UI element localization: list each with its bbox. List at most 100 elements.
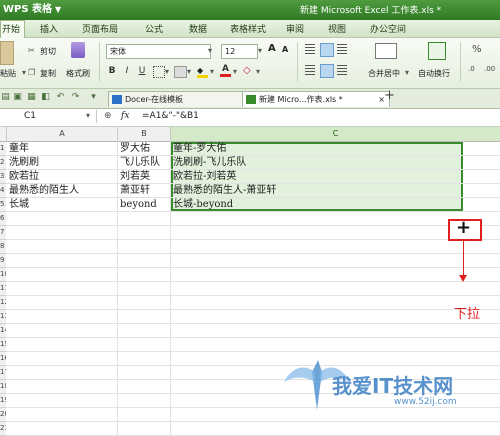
dropdown-arrow-icon[interactable]: ▾ [165,67,169,76]
merge-icon[interactable] [174,66,187,78]
menu-home[interactable]: 开始 [0,20,26,38]
table-cell[interactable]: beyond [118,198,170,211]
tab-docer-templates[interactable]: Docer-在线模板 [108,91,244,107]
table-cell[interactable]: 萧亚轩 [118,184,170,197]
row-header[interactable]: 18 [0,380,6,394]
chevron-down-icon[interactable]: ▾ [86,111,90,120]
table-cell[interactable]: 罗大佑 [118,142,170,155]
formula-input[interactable]: =A1&"-"&B1 [142,111,199,121]
table-cell[interactable]: 欧若拉-刘若英 [171,170,463,183]
row-header[interactable]: 7 [0,226,6,240]
align-top-icon[interactable] [305,44,315,54]
table-cell[interactable]: 最熟悉的陌生人 [7,184,117,197]
customize-toolbar-icon[interactable]: ▾ [88,92,99,103]
format-painter-icon[interactable] [71,42,85,58]
dropdown-arrow-icon[interactable]: ▾ [233,67,237,76]
merge-center-button[interactable]: 合并居中 [368,68,400,79]
align-middle-icon[interactable] [320,43,334,57]
font-color-button[interactable]: A [220,64,231,77]
align-center-icon[interactable] [320,64,334,78]
table-cell[interactable]: 长城-beyond [171,198,463,211]
dropdown-arrow-icon[interactable]: ▾ [256,67,260,76]
font-name-select[interactable]: 宋体 [106,44,211,59]
row-header[interactable]: 6 [0,212,6,226]
decimal-increase-button[interactable]: .0 [468,65,475,73]
select-all-corner[interactable] [0,127,7,142]
column-header-c[interactable]: C [171,127,500,142]
auto-wrap-button[interactable]: 自动换行 [418,68,450,79]
insert-function-icon[interactable]: fx [121,111,129,121]
row-header[interactable]: 21 [0,422,6,436]
zoom-icon[interactable]: ⊕ [104,111,112,121]
paste-icon[interactable] [0,41,14,65]
paste-button[interactable]: 粘贴 [0,68,16,79]
new-tab-icon[interactable]: + [384,89,395,102]
table-cell[interactable]: 洗刷刷 [7,156,117,169]
table-cell[interactable]: 童年 [7,142,117,155]
dropdown-arrow-icon[interactable]: ▾ [210,67,214,76]
row-header[interactable]: 9 [0,254,6,268]
undo-icon[interactable]: ↶ [55,92,66,103]
column-header-b[interactable]: B [118,127,171,142]
decimal-decrease-button[interactable]: .00 [484,65,495,73]
cut-button[interactable]: 剪切 [40,46,56,57]
menu-data[interactable]: 数据 [189,22,207,35]
row-header[interactable]: 2 [0,156,6,170]
row-header[interactable]: 11 [0,282,6,296]
table-cell[interactable]: 最熟悉的陌生人-萧亚轩 [171,184,463,197]
dropdown-arrow-icon[interactable]: ▾ [22,68,26,77]
table-cell[interactable]: 童年-罗大佑 [171,142,463,155]
row-header[interactable]: 14 [0,324,6,338]
percent-button[interactable]: % [472,44,482,55]
row-header[interactable]: 12 [0,296,6,310]
row-header[interactable]: 19 [0,394,6,408]
format-painter-button[interactable]: 格式刷 [66,68,90,79]
fill-color-icon[interactable]: ◆ [197,66,208,78]
table-cell[interactable]: 长城 [7,198,117,211]
menu-review[interactable]: 审阅 [286,22,304,35]
shrink-font-button[interactable]: A [282,45,288,54]
column-header-a[interactable]: A [7,127,118,142]
menu-insert[interactable]: 插入 [40,22,58,35]
open-folder-icon[interactable]: ▤ [0,92,11,103]
tab-workbook[interactable]: 新建 Micro...作表.xls * × [242,91,390,107]
print-icon[interactable]: ▦ [26,92,37,103]
menu-formulas[interactable]: 公式 [145,22,163,35]
chevron-down-icon[interactable]: ▾ [258,46,262,55]
menu-view[interactable]: 视图 [328,22,346,35]
app-menu-button[interactable]: WPS 表格 ▼ [0,2,77,18]
row-header[interactable]: 3 [0,170,6,184]
name-box[interactable]: C1 ▾ [0,110,97,123]
redo-icon[interactable]: ↷ [70,92,81,103]
grow-font-button[interactable]: A [268,43,276,54]
row-header[interactable]: 20 [0,408,6,422]
table-cell[interactable]: 飞儿乐队 [118,156,170,169]
row-header[interactable]: 1 [0,142,6,156]
row-header[interactable]: 13 [0,310,6,324]
chevron-down-icon[interactable]: ▾ [208,46,212,55]
row-header[interactable]: 10 [0,268,6,282]
save-icon[interactable]: ▣ [12,92,23,103]
bold-button[interactable]: B [107,65,117,77]
row-header[interactable]: 15 [0,338,6,352]
row-header[interactable]: 5 [0,198,6,212]
underline-button[interactable]: U [137,65,147,77]
dropdown-arrow-icon[interactable]: ▾ [405,68,409,77]
table-cell[interactable]: 刘若英 [118,170,170,183]
print-preview-icon[interactable]: ◧ [40,92,51,103]
table-cell[interactable]: 洗刷刷-飞儿乐队 [171,156,463,169]
clear-format-icon[interactable]: ◇ [243,65,251,76]
copy-button[interactable]: 复制 [40,68,56,79]
align-bottom-icon[interactable] [337,44,347,54]
row-header[interactable]: 16 [0,352,6,366]
font-size-select[interactable]: 12 [221,44,258,59]
row-header[interactable]: 4 [0,184,6,198]
row-header[interactable]: 17 [0,366,6,380]
align-left-icon[interactable] [305,65,315,75]
menu-page-layout[interactable]: 页面布局 [82,22,118,35]
row-header[interactable]: 8 [0,240,6,254]
menu-office-space[interactable]: 办公空间 [370,22,406,35]
menu-table-style[interactable]: 表格样式 [230,22,266,35]
border-icon[interactable] [153,66,165,78]
align-right-icon[interactable] [337,65,347,75]
